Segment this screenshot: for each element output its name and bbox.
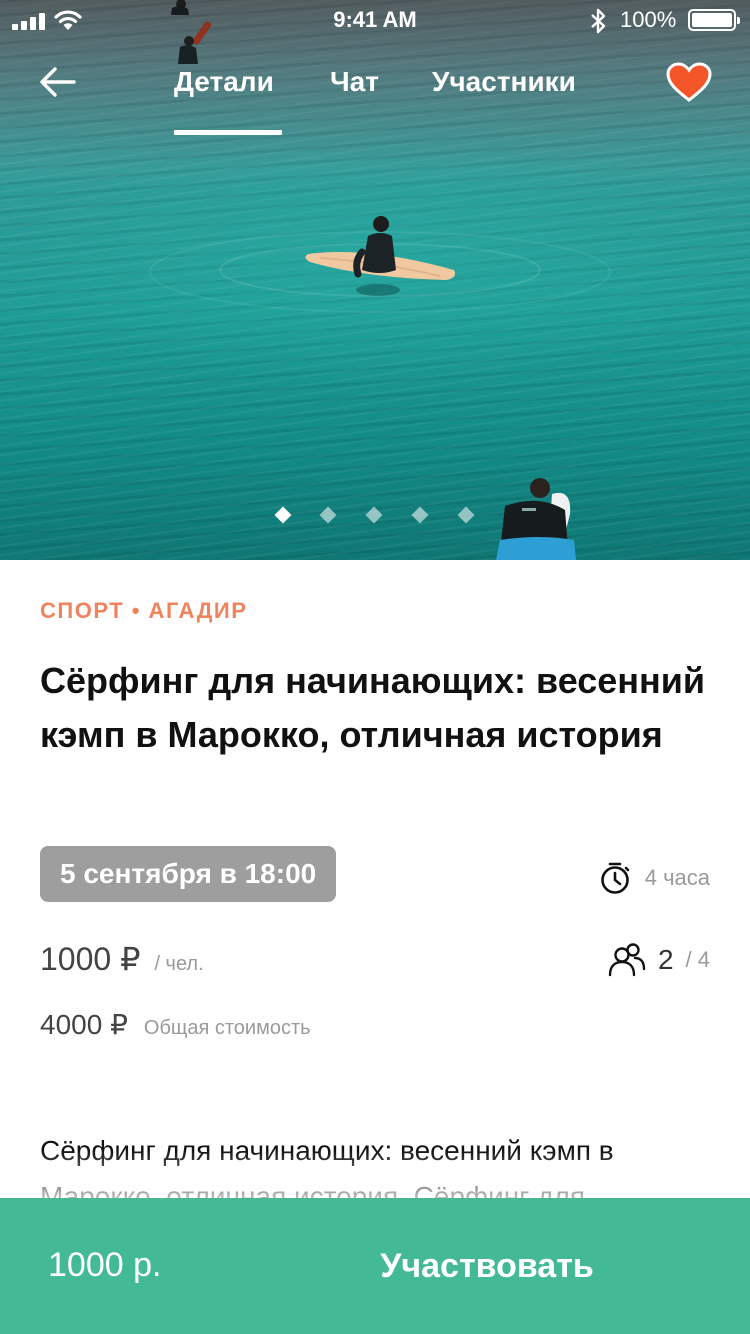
- battery-icon: [688, 9, 740, 31]
- tab-details[interactable]: Детали: [174, 66, 274, 98]
- battery-percent: 100%: [620, 7, 677, 32]
- tab-members[interactable]: Участники: [432, 66, 576, 98]
- tab-bar: Детали Чат Участники: [0, 66, 750, 136]
- people-icon: [608, 943, 646, 977]
- event-duration: 4 часа: [599, 858, 710, 898]
- description-fade: [0, 1150, 750, 1200]
- event-title: Сёрфинг для начинающих: весенний кэмп в …: [40, 660, 706, 755]
- bottom-action-bar: 1000 р. Участвовать: [0, 1198, 750, 1334]
- price-value: 1000 ₽: [40, 941, 141, 977]
- status-bar: 9:41 AM 100%: [0, 0, 750, 40]
- event-date: 5 сентября в 18:00: [40, 846, 337, 902]
- duration-value: 4 часа: [644, 865, 710, 890]
- total-price-value: 4000 ₽: [40, 1009, 128, 1040]
- hero-image[interactable]: 9:41 AM 100% Детали Чат Участники: [0, 0, 750, 560]
- surfer-center: [305, 216, 455, 296]
- carousel-dot[interactable]: [319, 506, 337, 524]
- carousel-dot[interactable]: [411, 506, 429, 524]
- price-unit: / чел.: [154, 953, 204, 975]
- members-current: 2: [657, 944, 674, 975]
- tab-chat[interactable]: Чат: [330, 66, 379, 98]
- participate-button[interactable]: Участвовать: [348, 1238, 626, 1294]
- members-max: / 4: [685, 947, 710, 972]
- carousel-dot[interactable]: [365, 506, 383, 524]
- active-tab-indicator: [174, 130, 282, 135]
- total-price-label: Общая стоимость: [143, 1017, 311, 1039]
- timer-icon: [600, 862, 630, 894]
- event-category: СПОРТ • АГАДИР: [40, 598, 248, 623]
- carousel-dot[interactable]: [274, 506, 292, 524]
- carousel-dot[interactable]: [457, 506, 475, 524]
- members-count[interactable]: 2 / 4: [608, 940, 710, 980]
- heart-icon[interactable]: [666, 62, 712, 102]
- bottom-price: 1000 р.: [48, 1246, 162, 1284]
- carousel-indicator: [0, 506, 750, 525]
- bluetooth-icon: [591, 8, 606, 34]
- total-price: 4000 ₽ Общая стоимость: [40, 1008, 311, 1041]
- price-per-person: 1000 ₽ / чел.: [40, 940, 204, 978]
